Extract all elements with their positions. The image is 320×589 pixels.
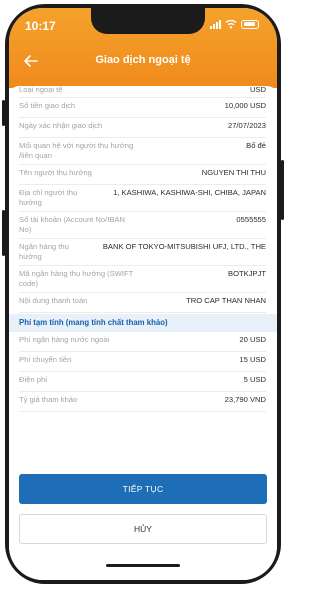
transaction-detail-panel: Loại ngoại tệ USD Số tiền giao dịch 10,0…	[9, 86, 277, 580]
detail-value: Bố đẻ	[246, 141, 266, 150]
detail-row-payment-content: Nội dung thanh toán TRO CAP THAN NHAN	[19, 293, 266, 313]
status-icons	[210, 19, 259, 29]
fee-row-telex: Điện phí 5 USD	[19, 372, 266, 392]
phone-notch	[91, 8, 205, 34]
detail-row-beneficiary-name: Tên người thụ hưởng NGUYEN THI THU	[19, 165, 266, 185]
app-header: 10:17 Giao dịch ngoại tệ	[9, 8, 277, 88]
detail-value: 1, KASHIWA, KASHIWA-SHI, CHIBA, JAPAN	[113, 188, 266, 197]
detail-label: Mã ngân hàng thụ hưởng (SWIFT code)	[19, 269, 134, 288]
detail-value: 10,000 USD	[224, 101, 266, 110]
fee-row-transfer: Phí chuyển tiền 15 USD	[19, 352, 266, 372]
detail-label: Ngân hàng thụ hưởng	[19, 242, 69, 261]
detail-label: Số tiền giao dịch	[19, 101, 76, 110]
phone-volume-button	[2, 210, 5, 256]
fee-section-header: Phí tạm tính (mang tính chất tham khảo)	[9, 314, 277, 332]
detail-value: 27/07/2023	[227, 121, 266, 130]
detail-label: Mối quan hệ với người thụ hưởng /liên qu…	[19, 141, 134, 160]
fee-row-exchange-rate: Tỷ giá tham khảo 23,790 VND	[19, 392, 266, 412]
detail-label: Ngày xác nhận giao dịch	[19, 121, 103, 130]
phone-power-button	[281, 160, 284, 220]
fee-value: 15 USD	[239, 355, 266, 364]
detail-row-beneficiary-bank: Ngân hàng thụ hưởng BANK OF TOKYO-MITSUB…	[19, 239, 266, 266]
fee-value: 20 USD	[239, 335, 266, 344]
cancel-button[interactable]: HỦY	[19, 514, 267, 544]
detail-value: BOTKJPJT	[228, 269, 266, 278]
detail-row-swift-code: Mã ngân hàng thụ hưởng (SWIFT code) BOTK…	[19, 266, 266, 293]
detail-value: TRO CAP THAN NHAN	[186, 296, 266, 305]
wifi-icon	[225, 19, 237, 29]
detail-value: NGUYEN THI THU	[201, 168, 266, 177]
fee-section-title: Phí tạm tính (mang tính chất tham khảo)	[19, 318, 168, 327]
detail-row-currency: Loại ngoại tệ USD	[19, 86, 266, 98]
fee-value: 5 USD	[243, 375, 266, 384]
detail-label: Tên người thụ hưởng	[19, 168, 92, 177]
detail-value: USD	[249, 86, 266, 94]
fee-label: Tỷ giá tham khảo	[19, 395, 78, 404]
detail-label: Loại ngoại tệ	[19, 86, 63, 94]
detail-label: Số tài khoản (Account No/IBAN No)	[19, 215, 125, 234]
detail-label: Nội dung thanh toán	[19, 296, 88, 305]
home-indicator	[106, 564, 180, 567]
detail-row-beneficiary-address: Địa chỉ người thụ hưởng 1, KASHIWA, KASH…	[19, 185, 266, 212]
fee-value: 23,790 VND	[224, 395, 266, 404]
detail-value: 0555555	[236, 215, 266, 224]
detail-row-relationship: Mối quan hệ với người thụ hưởng /liên qu…	[19, 138, 266, 165]
status-time: 10:17	[25, 19, 56, 33]
detail-value: BANK OF TOKYO-MITSUBISHI UFJ, LTD., THE	[102, 242, 266, 251]
detail-row-date: Ngày xác nhận giao dịch 27/07/2023	[19, 118, 266, 138]
page-title: Giao dịch ngoại tệ	[95, 54, 191, 66]
screen: 10:17 Giao dịch ngoại tệ Loại ngoại tệ U…	[9, 8, 277, 580]
continue-button[interactable]: TIẾP TỤC	[19, 474, 267, 504]
phone-side-button	[2, 100, 5, 126]
detail-label: Địa chỉ người thụ hưởng	[19, 188, 78, 207]
fee-row-foreign-bank: Phí ngân hàng nước ngoài 20 USD	[19, 332, 266, 352]
detail-row-account-number: Số tài khoản (Account No/IBAN No) 055555…	[19, 212, 266, 239]
fee-label: Phí ngân hàng nước ngoài	[19, 335, 110, 344]
detail-row-amount: Số tiền giao dịch 10,000 USD	[19, 98, 266, 118]
fee-label: Phí chuyển tiền	[19, 355, 72, 364]
battery-icon	[241, 19, 259, 29]
fee-label: Điện phí	[19, 375, 48, 384]
signal-icon	[210, 19, 221, 29]
